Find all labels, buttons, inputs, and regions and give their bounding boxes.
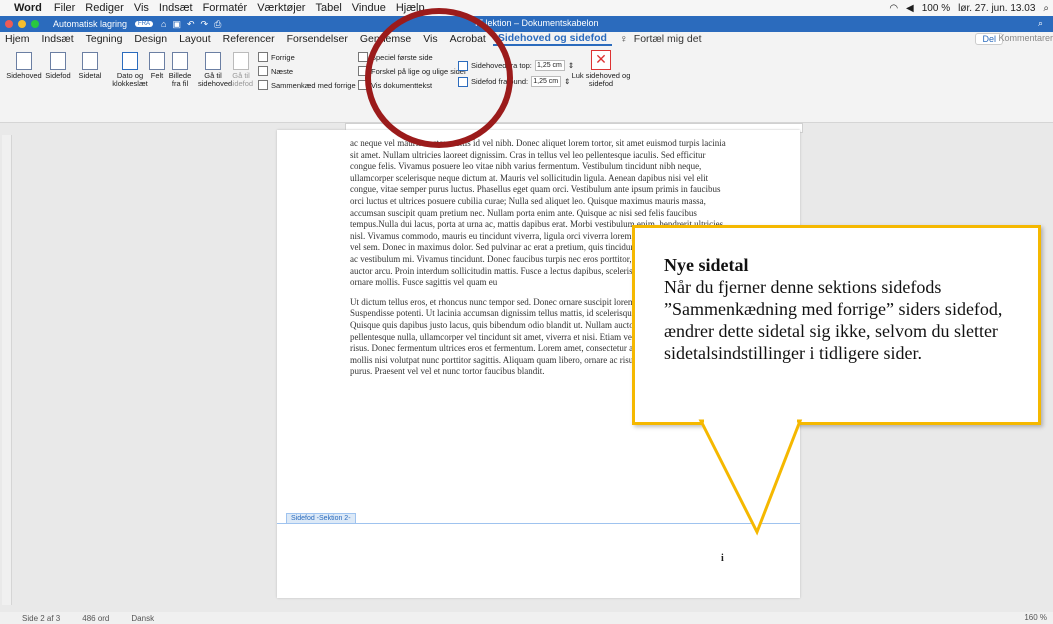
sidefod-button[interactable]: Sidefod xyxy=(43,52,73,80)
tab-indsaet[interactable]: Indsæt xyxy=(37,33,79,45)
page-count[interactable]: Side 2 af 3 xyxy=(22,614,60,623)
sidehoved-fra-top-input[interactable]: 1,25 cm xyxy=(534,60,565,71)
naeste-button[interactable]: Næste xyxy=(258,66,293,76)
menubar-status: ◠ ◀ 100 % lør. 27. jun. 13.03 ⌕ xyxy=(889,0,1049,16)
sidehoved-label: Sidehoved xyxy=(6,71,42,80)
tab-tegning[interactable]: Tegning xyxy=(81,33,128,45)
window-titlebar: Automatisk lagring FRA ⌂ ▣ ↶ ↷ ⎙ IT-lekt… xyxy=(0,16,1053,32)
menu-tabel[interactable]: Tabel xyxy=(315,2,341,14)
previous-icon xyxy=(258,52,268,62)
link-icon xyxy=(258,80,268,90)
menu-indsaet[interactable]: Indsæt xyxy=(159,2,193,14)
felt-label: Felt xyxy=(150,71,164,80)
sammenkaed-button[interactable]: Sammenkæd med forrige xyxy=(258,80,356,90)
language[interactable]: Dansk xyxy=(131,614,154,623)
battery-label[interactable]: 100 % xyxy=(922,3,950,14)
zoom-level[interactable]: 160 % xyxy=(1024,613,1047,622)
goto-footer-icon xyxy=(233,52,249,70)
status-bar: Side 2 af 3 486 ord Dansk 160 % xyxy=(0,612,1053,624)
gaa-sidefod-label: Gå til sidefod xyxy=(228,71,254,88)
wifi-icon[interactable]: ◠ xyxy=(889,3,898,14)
home-icon[interactable]: ⌂ xyxy=(161,19,166,29)
gaa-sidefod-button[interactable]: Gå til sidefod xyxy=(228,52,254,88)
sidefod-label: Sidefod xyxy=(45,71,71,80)
tab-sidehoved-og-sidefod[interactable]: Sidehoved og sidefod xyxy=(492,32,612,46)
save-icon[interactable]: ▣ xyxy=(172,19,181,30)
menu-app-name[interactable]: Word xyxy=(14,2,42,14)
tab-design[interactable]: Design xyxy=(129,33,172,45)
tell-me-icon[interactable]: ♀ xyxy=(620,33,628,45)
callout-title: Nye sidetal xyxy=(664,255,749,275)
title-search-icon[interactable]: ⌕ xyxy=(1038,18,1043,29)
calendar-icon xyxy=(122,52,138,70)
autosave-toggle[interactable]: FRA xyxy=(135,21,154,27)
minimize-window-button[interactable] xyxy=(18,20,26,28)
menu-rediger[interactable]: Rediger xyxy=(85,2,124,14)
goto-header-icon xyxy=(205,52,221,70)
picture-icon xyxy=(172,52,188,70)
highlight-ring xyxy=(365,8,513,148)
ribbon-tabs: Hjem Indsæt Tegning Design Layout Refere… xyxy=(0,32,1053,46)
tab-layout[interactable]: Layout xyxy=(174,33,216,45)
callout-box: Nye sidetal Når du fjerner denne sektion… xyxy=(632,225,1041,425)
dato-button[interactable]: Dato og klokkeslæt xyxy=(112,52,148,88)
field-icon xyxy=(149,52,165,70)
tab-referencer[interactable]: Referencer xyxy=(218,33,280,45)
word-count[interactable]: 486 ord xyxy=(82,614,109,623)
sidetal-label: Sidetal xyxy=(78,71,102,80)
footer-section-tag: Sidefod -Sektion 2- xyxy=(286,513,356,524)
billede-button[interactable]: Billede fra fil xyxy=(164,52,196,88)
footer-page-number[interactable]: i xyxy=(721,553,724,564)
close-window-button[interactable] xyxy=(5,20,13,28)
ribbon: Sidehoved Sidefod Sidetal Dato og klokke… xyxy=(0,46,1053,123)
comments-button[interactable]: Kommentarer xyxy=(998,33,1053,43)
naeste-label: Næste xyxy=(271,66,294,76)
next-icon xyxy=(258,66,268,76)
sidetal-button[interactable]: Sidetal xyxy=(76,52,104,80)
footer-icon xyxy=(50,52,66,70)
forrige-button[interactable]: Forrige xyxy=(258,52,295,62)
menu-filer[interactable]: Filer xyxy=(54,2,75,14)
tab-forsendelser[interactable]: Forsendelser xyxy=(282,33,353,45)
autosave-label: Automatisk lagring xyxy=(53,19,128,29)
volume-icon[interactable]: ◀ xyxy=(906,3,914,14)
tell-me-field[interactable]: Fortæl mig det xyxy=(634,33,702,45)
undo-icon[interactable]: ↶ xyxy=(187,19,195,30)
mac-menubar: Word Filer Rediger Vis Indsæt Formatér V… xyxy=(0,0,1053,16)
search-icon[interactable]: ⌕ xyxy=(1043,3,1049,14)
menu-formater[interactable]: Formatér xyxy=(203,2,248,14)
document-title: IT-lektion – Dokumentskabelon xyxy=(475,18,599,28)
header-icon xyxy=(16,52,32,70)
forrige-label: Forrige xyxy=(271,52,295,62)
print-icon[interactable]: ⎙ xyxy=(214,19,221,30)
sidehoved-button[interactable]: Sidehoved xyxy=(6,52,42,80)
zoom-window-button[interactable] xyxy=(31,20,39,28)
luk-sidehoved-button[interactable]: ✕ Luk sidehoved og sidefod xyxy=(570,50,632,88)
dato-label: Dato og klokkeslæt xyxy=(112,71,148,88)
sammenkaed-label: Sammenkæd med forrige xyxy=(271,80,356,90)
menu-vaerktoejer[interactable]: Værktøjer xyxy=(257,2,305,14)
callout-body: Når du fjerner denne sektions sidefods ”… xyxy=(664,277,1003,363)
redo-icon[interactable]: ↷ xyxy=(201,19,209,30)
page-number-icon xyxy=(82,52,98,70)
close-header-footer-icon: ✕ xyxy=(591,50,611,70)
billede-label: Billede fra fil xyxy=(168,71,192,88)
gaa-sidehoved-button[interactable]: Gå til sidehoved xyxy=(198,52,232,88)
tab-hjem[interactable]: Hjem xyxy=(0,33,35,45)
menu-vindue[interactable]: Vindue xyxy=(352,2,386,14)
vertical-ruler[interactable] xyxy=(2,135,12,605)
datetime[interactable]: lør. 27. jun. 13.03 xyxy=(958,3,1035,14)
menu-vis[interactable]: Vis xyxy=(134,2,149,14)
sidefod-fra-bund-input[interactable]: 1,25 cm xyxy=(531,76,562,87)
luk-label: Luk sidehoved og sidefod xyxy=(571,71,631,88)
